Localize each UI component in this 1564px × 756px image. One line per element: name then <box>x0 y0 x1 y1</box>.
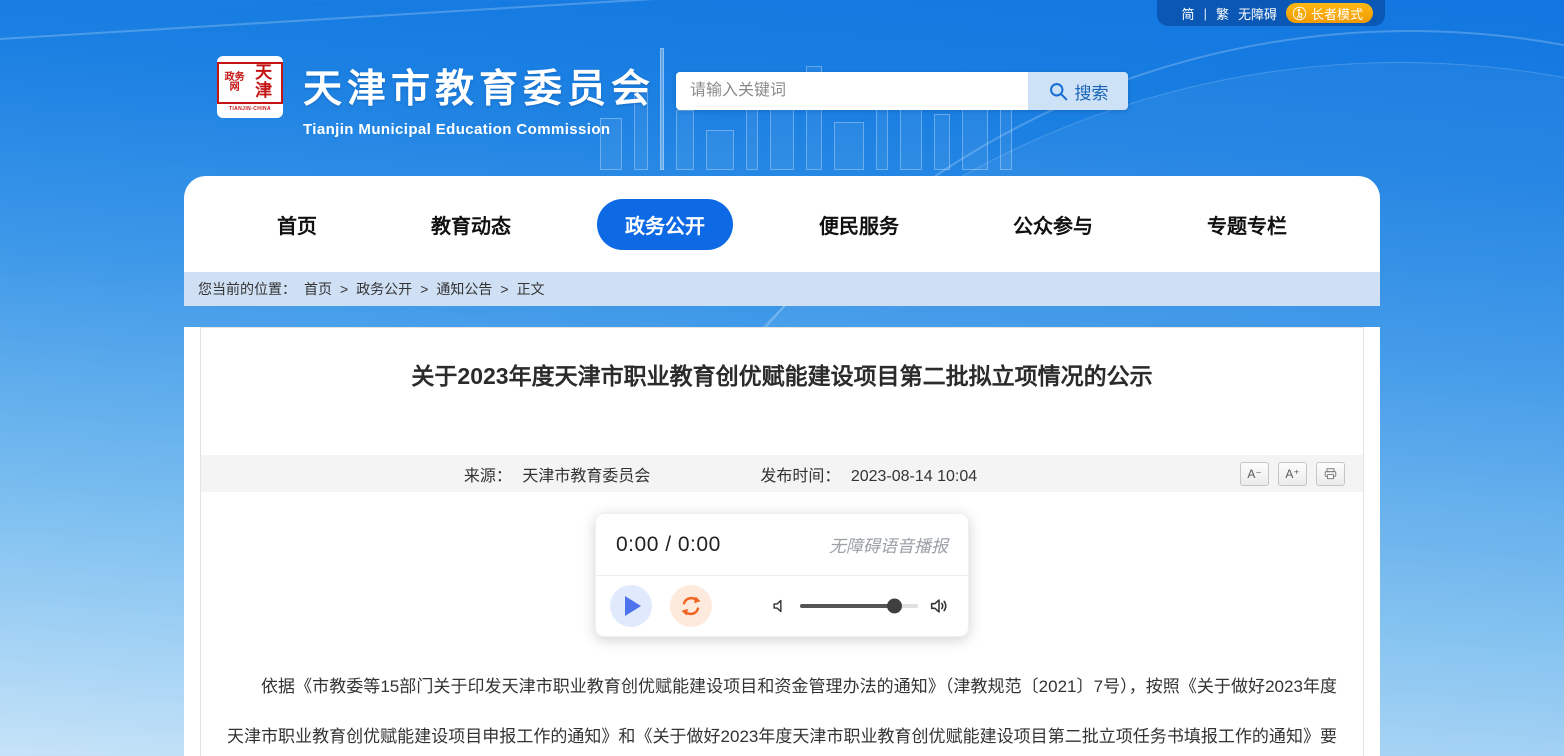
play-icon <box>625 596 641 616</box>
utility-separator: | <box>1204 6 1207 21</box>
logo-seal-right-text: 天津 <box>249 65 278 101</box>
article-meta: 来源： 天津市教育委员会 发布时间： 2023-08-14 10:04 <box>201 462 1240 486</box>
elder-mode-button[interactable]: 长者模式 <box>1286 3 1373 23</box>
nav-item-public-services[interactable]: 便民服务 <box>791 199 927 250</box>
simplified-chinese-link[interactable]: 简 <box>1182 4 1195 23</box>
search-icon <box>1048 81 1069 102</box>
volume-slider[interactable] <box>800 604 918 608</box>
breadcrumb-item-home[interactable]: 首页 <box>304 279 332 299</box>
volume-slider-fill <box>800 604 894 608</box>
breadcrumb-item-notices[interactable]: 通知公告 <box>436 279 492 299</box>
nav-item-home[interactable]: 首页 <box>249 199 345 250</box>
font-increase-button[interactable]: A⁺ <box>1278 462 1307 486</box>
nav-item-government-affairs[interactable]: 政务公开 <box>597 199 733 250</box>
volume-mute-icon[interactable] <box>770 596 790 616</box>
logo-caption: TIANJIN-CHINA <box>229 106 271 112</box>
publish-time-value: 2023-08-14 10:04 <box>851 468 977 485</box>
volume-max-icon[interactable] <box>928 595 950 617</box>
player-controls-row <box>596 576 968 636</box>
accessibility-audio-player: 0:00 / 0:00 无障碍语音播报 <box>595 513 969 637</box>
nav-item-special-topics[interactable]: 专题专栏 <box>1179 199 1315 250</box>
logo-seal-left-text: 政务网 <box>222 73 247 94</box>
utility-bar: 简 | 繁 无障碍 长者模式 <box>1157 0 1385 26</box>
elder-mode-label: 长者模式 <box>1311 4 1363 23</box>
publish-time-label: 发布时间： <box>760 468 840 485</box>
accessibility-link[interactable]: 无障碍 <box>1238 4 1277 23</box>
printer-icon <box>1323 467 1338 481</box>
volume-controls <box>770 595 954 617</box>
print-button[interactable] <box>1316 462 1345 486</box>
article-tools: A⁻ A⁺ <box>1240 462 1363 486</box>
site-title-block: 天津市教育委员会 Tianjin Municipal Education Com… <box>303 58 655 138</box>
play-button[interactable] <box>610 585 652 627</box>
breadcrumb-item-current[interactable]: 正文 <box>517 279 545 299</box>
player-time-display: 0:00 / 0:00 <box>616 533 721 557</box>
breadcrumb-separator: > <box>500 281 508 297</box>
traditional-chinese-link[interactable]: 繁 <box>1216 4 1229 23</box>
breadcrumb-item-government-affairs[interactable]: 政务公开 <box>356 279 412 299</box>
breadcrumb: 您当前的位置： 首页 > 政务公开 > 通知公告 > 正文 <box>184 272 1380 306</box>
breadcrumb-prefix: 您当前的位置： <box>198 279 296 299</box>
nav-item-public-participation[interactable]: 公众参与 <box>985 199 1121 250</box>
search-button-label: 搜索 <box>1075 79 1109 104</box>
article-body: 依据《市教委等15部门关于印发天津市职业教育创优赋能建设项目和资金管理办法的通知… <box>201 662 1363 756</box>
breadcrumb-separator: > <box>420 281 428 297</box>
logo-seal: 政务网 天津 <box>217 62 283 104</box>
volume-slider-handle[interactable] <box>887 599 902 614</box>
article-paragraph: 依据《市教委等15部门关于印发天津市职业教育创优赋能建设项目和资金管理办法的通知… <box>227 662 1337 756</box>
elder-person-icon <box>1292 6 1307 21</box>
article-publish-time: 发布时间： 2023-08-14 10:04 <box>760 462 977 486</box>
replay-icon <box>678 593 704 619</box>
breadcrumb-separator: > <box>340 281 348 297</box>
player-info-row: 0:00 / 0:00 无障碍语音播报 <box>596 514 968 576</box>
replay-button[interactable] <box>670 585 712 627</box>
player-caption: 无障碍语音播报 <box>829 532 948 557</box>
search-button[interactable]: 搜索 <box>1028 72 1128 110</box>
source-label: 来源： <box>464 468 512 485</box>
source-value: 天津市教育委员会 <box>522 468 650 485</box>
site-subtitle: Tianjin Municipal Education Commission <box>303 121 655 138</box>
site-logo[interactable]: 政务网 天津 TIANJIN-CHINA <box>217 56 283 118</box>
font-decrease-button[interactable]: A⁻ <box>1240 462 1269 486</box>
article-title: 关于2023年度天津市职业教育创优赋能建设项目第二批拟立项情况的公示 <box>201 357 1363 391</box>
main-nav: 首页 教育动态 政务公开 便民服务 公众参与 专题专栏 <box>184 176 1380 272</box>
main-area: 关于2023年度天津市职业教育创优赋能建设项目第二批拟立项情况的公示 来源： 天… <box>184 327 1380 756</box>
nav-item-education-news[interactable]: 教育动态 <box>403 199 539 250</box>
page: { "utility_bar": { "simplified_label": "… <box>0 0 1564 756</box>
article-source: 来源： 天津市教育委员会 <box>464 462 650 486</box>
article-card: 关于2023年度天津市职业教育创优赋能建设项目第二批拟立项情况的公示 来源： 天… <box>200 327 1364 756</box>
search-bar: 搜索 <box>676 72 1128 110</box>
search-input[interactable] <box>676 72 1028 110</box>
article-meta-bar: 来源： 天津市教育委员会 发布时间： 2023-08-14 10:04 A⁻ A… <box>201 455 1363 492</box>
site-title: 天津市教育委员会 <box>303 58 655 114</box>
site-header: 政务网 天津 TIANJIN-CHINA 天津市教育委员会 Tianjin Mu… <box>0 0 1564 176</box>
